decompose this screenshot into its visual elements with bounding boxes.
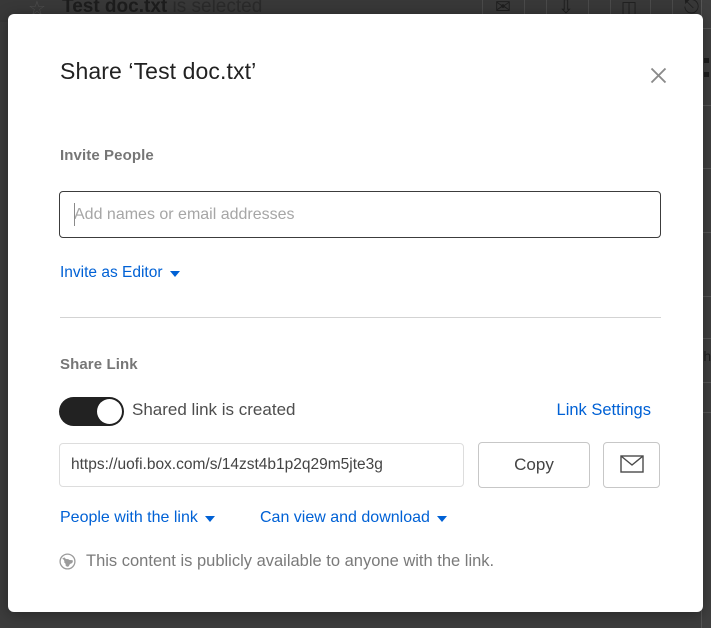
share-dialog: Share ‘Test doc.txt’ Invite People Invit…: [8, 14, 703, 612]
toggle-knob: [97, 399, 122, 424]
invite-role-dropdown[interactable]: Invite as Editor: [60, 264, 180, 282]
section-divider: [60, 317, 661, 318]
panel-marker: [704, 72, 709, 77]
envelope-icon: [619, 454, 644, 476]
close-icon[interactable]: [643, 60, 673, 90]
public-availability-notice: This content is publicly available to an…: [59, 552, 494, 571]
link-settings-button[interactable]: Link Settings: [557, 401, 651, 420]
share-link-url-input[interactable]: [59, 443, 464, 487]
invite-people-label: Invite People: [60, 147, 154, 164]
invite-people-input[interactable]: [59, 191, 661, 238]
shared-link-status-text: Shared link is created: [132, 400, 296, 419]
panel-divider: [702, 382, 711, 383]
copy-button[interactable]: Copy: [478, 442, 590, 488]
panel-marker: [704, 58, 709, 63]
text-cursor: [74, 203, 75, 226]
chevron-down-icon: [436, 516, 447, 522]
invite-role-label: Invite as Editor: [60, 264, 163, 281]
link-permission-label: Can view and download: [260, 509, 430, 526]
panel-divider: [702, 412, 711, 413]
panel-divider: [702, 28, 711, 29]
link-permission-dropdown[interactable]: Can view and download: [260, 509, 447, 527]
dialog-title: Share ‘Test doc.txt’: [60, 58, 257, 84]
share-link-label: Share Link: [60, 356, 138, 373]
public-availability-text: This content is publicly available to an…: [86, 552, 495, 570]
email-link-button[interactable]: [603, 442, 660, 488]
shared-link-toggle[interactable]: [59, 397, 124, 426]
panel-divider: [702, 338, 711, 339]
link-audience-dropdown[interactable]: People with the link: [60, 509, 215, 527]
panel-divider: [702, 105, 711, 106]
link-audience-label: People with the link: [60, 509, 198, 526]
panel-divider: [702, 168, 711, 169]
chevron-down-icon: [169, 271, 180, 277]
chevron-down-icon: [204, 516, 215, 522]
panel-divider: [702, 232, 711, 233]
globe-icon: [59, 553, 76, 570]
panel-divider: [702, 296, 711, 297]
